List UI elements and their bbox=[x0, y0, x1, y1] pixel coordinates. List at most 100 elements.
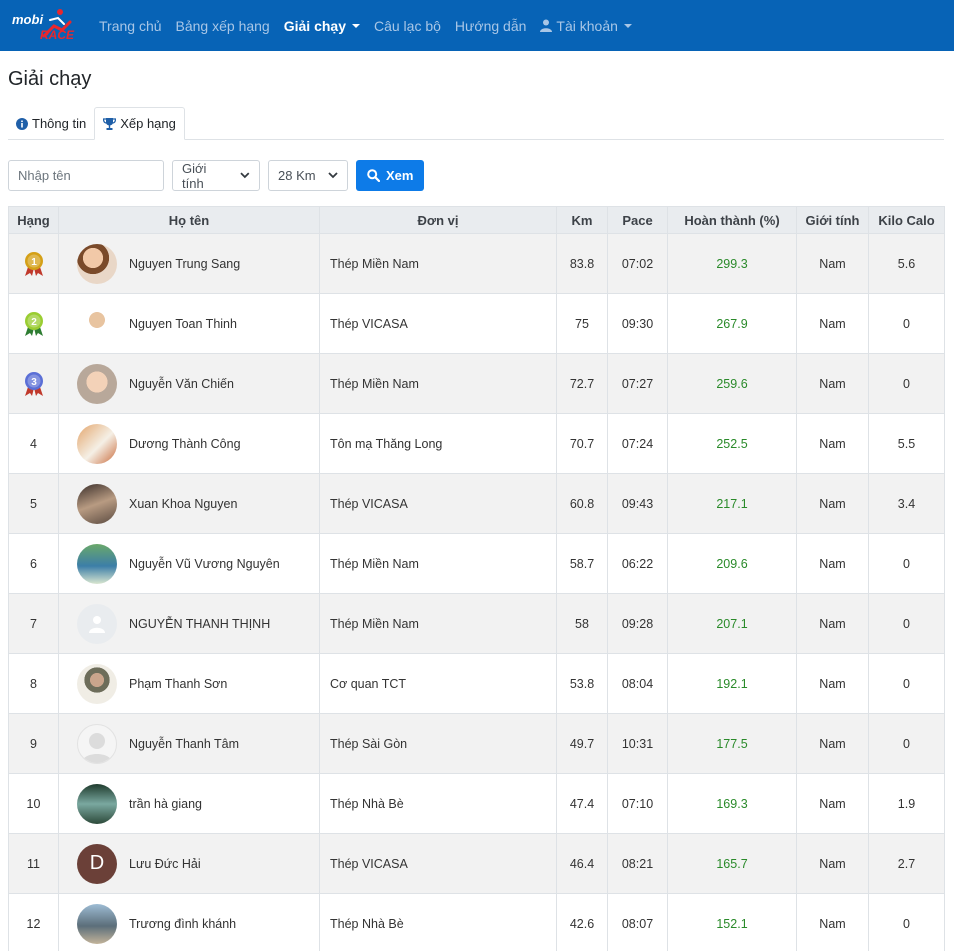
table-header-row: Hạng Họ tên Đơn vị Km Pace Hoàn thành (%… bbox=[8, 206, 945, 234]
runner-name[interactable]: Dương Thành Công bbox=[129, 437, 241, 451]
nav-guide[interactable]: Hướng dẫn bbox=[455, 18, 526, 34]
completion-cell: 207.1 bbox=[667, 593, 797, 654]
gender-select-value: Giới tính bbox=[182, 160, 207, 191]
table-row[interactable]: 10 trần hà giang Thép Nhà Bè 47.4 07:10 … bbox=[8, 773, 945, 834]
rank-cell: 4 bbox=[8, 413, 59, 474]
runner-name[interactable]: Nguyễn Vũ Vương Nguyên bbox=[129, 557, 280, 571]
avatar[interactable] bbox=[77, 243, 117, 284]
header-gender[interactable]: Giới tính bbox=[796, 206, 869, 234]
avatar[interactable] bbox=[77, 303, 117, 344]
rank-number: 7 bbox=[30, 616, 37, 631]
nav-account-label: Tài khoản bbox=[556, 17, 618, 34]
runner-name[interactable]: trần hà giang bbox=[129, 797, 202, 811]
table-row[interactable]: 3 Nguyễn Văn Chiến Thép Miền Nam 72.7 07… bbox=[8, 353, 945, 414]
km-cell: 70.7 bbox=[556, 413, 608, 474]
name-cell: Trương đình khánh bbox=[58, 893, 320, 951]
table-row[interactable]: 8 Phạm Thanh Sơn Cơ quan TCT 53.8 08:04 … bbox=[8, 653, 945, 714]
unit-cell: Thép Miền Nam bbox=[319, 533, 557, 594]
kcal-cell: 0 bbox=[868, 713, 945, 774]
kcal-cell: 5.5 bbox=[868, 413, 945, 474]
table-row[interactable]: 5 Xuan Khoa Nguyen Thép VICASA 60.8 09:4… bbox=[8, 473, 945, 534]
nav-races[interactable]: Giải chạy bbox=[284, 18, 360, 34]
brand-logo[interactable]: mobi RACE bbox=[8, 6, 78, 46]
table-row[interactable]: 9 Nguyễn Thanh Tâm Thép Sài Gòn 49.7 10:… bbox=[8, 713, 945, 774]
km-cell: 60.8 bbox=[556, 473, 608, 534]
gender-cell: Nam bbox=[796, 713, 869, 774]
nav-home[interactable]: Trang chủ bbox=[99, 18, 162, 34]
tab-info[interactable]: Thông tin bbox=[8, 107, 94, 140]
svg-text:1: 1 bbox=[31, 257, 37, 268]
table-row[interactable]: 6 Nguyễn Vũ Vương Nguyên Thép Miền Nam 5… bbox=[8, 533, 945, 594]
table-row[interactable]: 7 NGUYỄN THANH THỊNH Thép Miền Nam 58 09… bbox=[8, 593, 945, 654]
completion-cell: 299.3 bbox=[667, 233, 797, 294]
medal-icon: 1 bbox=[24, 251, 43, 276]
rank-medal-3: 3 bbox=[9, 371, 58, 397]
runner-name[interactable]: Phạm Thanh Sơn bbox=[129, 677, 227, 691]
gender-select[interactable]: Giới tính bbox=[172, 160, 260, 191]
avatar[interactable]: D bbox=[77, 843, 117, 884]
rank-cell: 1 bbox=[8, 233, 59, 294]
unit-cell: Thép VICASA bbox=[319, 473, 557, 534]
unit-cell: Thép Miền Nam bbox=[319, 353, 557, 414]
runner-name[interactable]: Xuan Khoa Nguyen bbox=[129, 497, 237, 511]
tab-ranking[interactable]: Xếp hạng bbox=[94, 107, 185, 140]
header-completion[interactable]: Hoàn thành (%) bbox=[667, 206, 797, 234]
header-kcal[interactable]: Kilo Calo bbox=[868, 206, 945, 234]
unit-cell: Thép Sài Gòn bbox=[319, 713, 557, 774]
distance-select[interactable]: 28 Km bbox=[268, 160, 348, 191]
completion-cell: 217.1 bbox=[667, 473, 797, 534]
km-cell: 58.7 bbox=[556, 533, 608, 594]
rank-number: 4 bbox=[30, 436, 37, 451]
kcal-cell: 3.4 bbox=[868, 473, 945, 534]
avatar[interactable] bbox=[77, 423, 117, 464]
avatar[interactable] bbox=[77, 483, 117, 524]
kcal-cell: 0 bbox=[868, 893, 945, 951]
gender-cell: Nam bbox=[796, 773, 869, 834]
avatar[interactable] bbox=[77, 903, 117, 944]
header-rank[interactable]: Hạng bbox=[8, 206, 59, 234]
unit-cell: Thép Nhà Bè bbox=[319, 893, 557, 951]
view-button[interactable]: Xem bbox=[356, 160, 425, 191]
table-row[interactable]: 12 Trương đình khánh Thép Nhà Bè 42.6 08… bbox=[8, 893, 945, 951]
avatar[interactable] bbox=[77, 663, 117, 704]
rank-number: 12 bbox=[26, 916, 41, 931]
runner-name[interactable]: Lưu Đức Hải bbox=[129, 857, 201, 871]
brand-text-top: mobi bbox=[12, 11, 44, 27]
header-name[interactable]: Họ tên bbox=[58, 206, 320, 234]
kcal-cell: 0 bbox=[868, 293, 945, 354]
avatar[interactable] bbox=[77, 363, 117, 404]
filter-bar: Nhập tên Giới tính 28 Km Xem bbox=[8, 160, 944, 191]
pace-cell: 07:02 bbox=[607, 233, 668, 294]
page-title: Giải chạy bbox=[8, 68, 92, 90]
table-row[interactable]: 11 D Lưu Đức Hải Thép VICASA 46.4 08:21 1… bbox=[8, 833, 945, 894]
runner-name[interactable]: Nguyễn Thanh Tâm bbox=[129, 737, 239, 751]
unit-cell: Thép VICASA bbox=[319, 833, 557, 894]
table-row[interactable]: 1 Nguyen Trung Sang Thép Miền Nam 83.8 0… bbox=[8, 233, 945, 294]
rank-cell: 8 bbox=[8, 653, 59, 714]
avatar[interactable] bbox=[77, 603, 117, 644]
unit-cell: Thép Miền Nam bbox=[319, 233, 557, 294]
kcal-cell: 0 bbox=[868, 653, 945, 714]
runner-name[interactable]: Nguyen Toan Thinh bbox=[129, 317, 237, 331]
header-unit[interactable]: Đơn vị bbox=[319, 206, 557, 234]
header-pace[interactable]: Pace bbox=[607, 206, 668, 234]
avatar[interactable] bbox=[77, 783, 117, 824]
nav-account[interactable]: Tài khoản bbox=[540, 17, 632, 34]
runner-name[interactable]: Nguyen Trung Sang bbox=[129, 257, 240, 271]
rank-medal-1: 1 bbox=[9, 251, 58, 277]
table-row[interactable]: 4 Dương Thành Công Tôn mạ Thăng Long 70.… bbox=[8, 413, 945, 474]
name-search-input[interactable]: Nhập tên bbox=[8, 160, 164, 191]
table-row[interactable]: 2 Nguyen Toan Thinh Thép VICASA 75 09:30… bbox=[8, 293, 945, 354]
nav-leaderboard[interactable]: Bảng xếp hạng bbox=[176, 18, 270, 34]
runner-name[interactable]: NGUYỄN THANH THỊNH bbox=[129, 617, 270, 631]
name-cell: Nguyễn Thanh Tâm bbox=[58, 713, 320, 774]
rank-cell: 6 bbox=[8, 533, 59, 594]
avatar[interactable] bbox=[77, 723, 117, 764]
runner-name[interactable]: Trương đình khánh bbox=[129, 917, 236, 931]
header-km[interactable]: Km bbox=[556, 206, 608, 234]
avatar[interactable] bbox=[77, 543, 117, 584]
rank-cell: 10 bbox=[8, 773, 59, 834]
km-cell: 72.7 bbox=[556, 353, 608, 414]
nav-clubs[interactable]: Câu lạc bộ bbox=[374, 18, 441, 34]
runner-name[interactable]: Nguyễn Văn Chiến bbox=[129, 377, 234, 391]
